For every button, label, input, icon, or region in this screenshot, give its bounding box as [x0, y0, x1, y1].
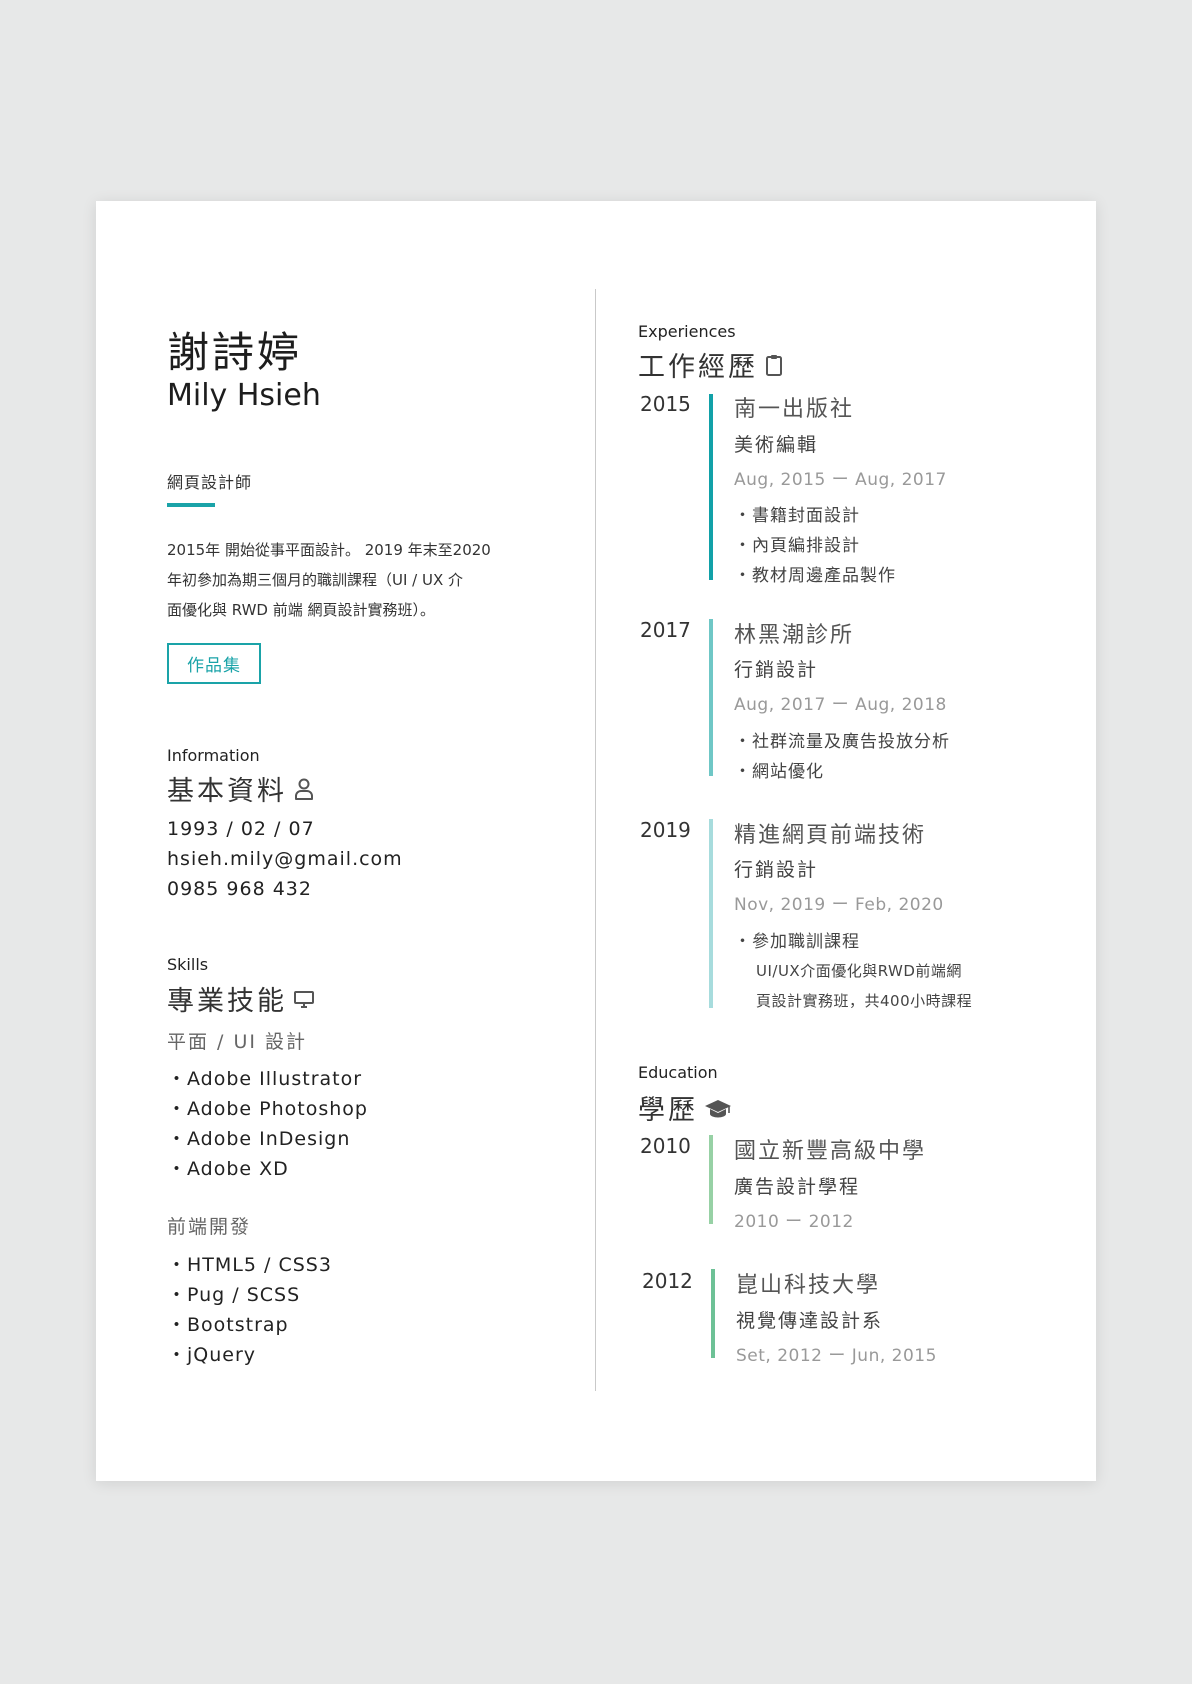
email: hsieh.mily@gmail.com: [167, 848, 403, 870]
experience-bullet: ・書籍封面設計: [734, 506, 860, 526]
name-zh: 謝詩婷: [167, 328, 303, 377]
skill-item: ・Adobe Illustrator: [167, 1068, 363, 1090]
skill-item: ・jQuery: [167, 1344, 257, 1366]
intro-paragraph: 2015年 開始從事平面設計。 2019 年末至2020 年初參加為期三個月的職…: [167, 535, 547, 625]
portfolio-button[interactable]: 作品集: [167, 643, 261, 684]
experience-role: 美術編輯: [734, 434, 819, 456]
experience-date: Nov, 2019 ー Feb, 2020: [734, 895, 944, 915]
experiences-heading-en: Experiences: [638, 322, 736, 341]
experience-org: 精進網頁前端技術: [734, 823, 927, 848]
education-heading-en: Education: [638, 1063, 718, 1082]
name-en: Mily Hsieh: [167, 378, 321, 413]
experience-org: 林黑潮診所: [734, 623, 855, 648]
skill-item: ・Adobe XD: [167, 1158, 289, 1180]
education-date: Set, 2012 ー Jun, 2015: [736, 1346, 937, 1366]
experience-sub-line: UI/UX介面優化與RWD前端網: [756, 962, 962, 980]
timeline-year: 2012: [642, 1269, 693, 1293]
timeline-bar: [709, 819, 713, 1008]
timeline-year: 2015: [640, 392, 691, 416]
skill-item: ・Bootstrap: [167, 1314, 289, 1336]
user-icon: [295, 778, 313, 800]
intro-line: 面優化與 RWD 前端 網頁設計實務班）。: [167, 601, 436, 619]
education-date: 2010 ー 2012: [734, 1212, 854, 1232]
skill-item: ・Adobe InDesign: [167, 1128, 351, 1150]
timeline-bar: [711, 1269, 715, 1358]
timeline-bar: [709, 619, 713, 776]
timeline-bar: [709, 394, 713, 580]
education-school: 國立新豐高級中學: [734, 1139, 927, 1164]
job-title: 網頁設計師: [167, 473, 253, 492]
experience-date: Aug, 2017 ー Aug, 2018: [734, 695, 947, 715]
information-heading-en: Information: [167, 746, 260, 765]
job-title-underline: [167, 503, 215, 507]
clipboard-icon: [766, 354, 782, 376]
timeline-year: 2010: [640, 1134, 691, 1158]
skills-heading-en: Skills: [167, 955, 209, 974]
experience-date: Aug, 2015 ー Aug, 2017: [734, 470, 947, 490]
skills-heading-zh: 專業技能: [167, 986, 287, 1017]
resume-sheet: 謝詩婷 Mily Hsieh 網頁設計師 2015年 開始從事平面設計。 201…: [96, 201, 1096, 1481]
information-heading: 基本資料: [167, 769, 315, 808]
experience-role: 行銷設計: [734, 859, 819, 881]
timeline-bar: [709, 1135, 713, 1224]
experience-bullet: ・內頁編排設計: [734, 536, 860, 556]
experience-bullet: ・教材周邊產品製作: [734, 566, 896, 586]
information-heading-zh: 基本資料: [167, 776, 287, 807]
skill-item: ・HTML5 / CSS3: [167, 1254, 332, 1276]
skills-heading: 專業技能: [167, 979, 315, 1018]
experience-sub-line: 頁設計實務班，共400小時課程: [756, 992, 973, 1010]
experiences-heading-zh: 工作經歷: [638, 352, 758, 383]
timeline-year: 2017: [640, 618, 691, 642]
experience-bullet: ・網站優化: [734, 762, 824, 782]
skill-item: ・Adobe Photoshop: [167, 1098, 368, 1120]
phone: 0985 968 432: [167, 878, 312, 900]
intro-line: 年初參加為期三個月的職訓課程（UI / UX 介: [167, 571, 464, 589]
experiences-heading: 工作經歷: [638, 345, 784, 384]
experience-bullet: ・參加職訓課程: [734, 932, 860, 952]
experience-bullet: ・社群流量及廣告投放分析: [734, 732, 950, 752]
intro-line: 2015年 開始從事平面設計。 2019 年末至2020: [167, 541, 491, 559]
education-heading-zh: 學歷: [638, 1095, 698, 1126]
education-heading: 學歷: [638, 1088, 732, 1127]
skill-item: ・Pug / SCSS: [167, 1284, 301, 1306]
timeline-year: 2019: [640, 818, 691, 842]
skill-group-title: 前端開發: [167, 1216, 252, 1238]
education-dept: 視覺傳達設計系: [736, 1310, 884, 1332]
experience-role: 行銷設計: [734, 659, 819, 681]
column-divider: [595, 289, 596, 1391]
education-dept: 廣告設計學程: [734, 1176, 861, 1198]
education-school: 崑山科技大學: [736, 1273, 881, 1298]
monitor-icon: [294, 990, 314, 1008]
skill-group-title: 平面 / UI 設計: [167, 1031, 308, 1053]
graduation-cap-icon: [705, 1099, 731, 1117]
birthday: 1993 / 02 / 07: [167, 818, 315, 840]
experience-org: 南一出版社: [734, 397, 855, 422]
